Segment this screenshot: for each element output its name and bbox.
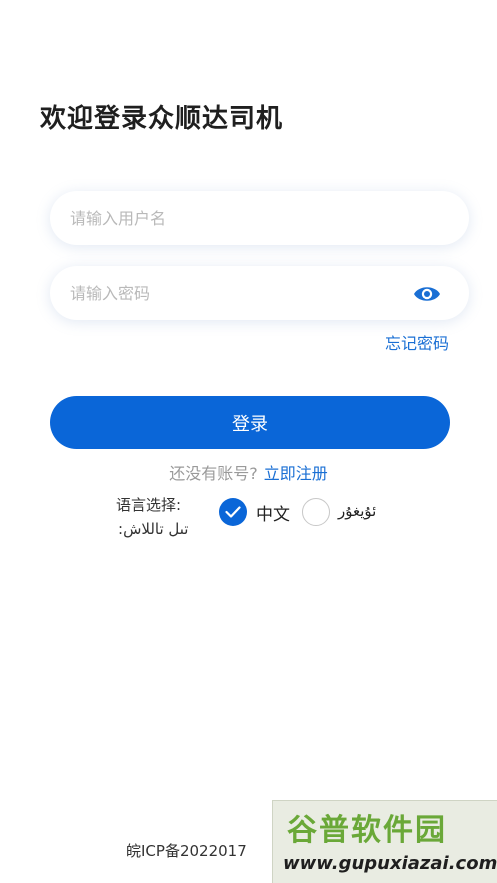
eye-icon[interactable]	[413, 284, 441, 304]
watermark-url: www.gupuxiazai.com	[283, 853, 497, 874]
icp-record: 皖ICP备2022017	[126, 842, 247, 860]
language-option-ug-radio[interactable]	[302, 498, 330, 526]
language-option-zh-label[interactable]: 中文	[256, 500, 290, 525]
username-input[interactable]	[50, 191, 469, 245]
language-label: 语言选择: :تىل تاللاش	[116, 493, 188, 541]
language-option-ug-label[interactable]: ئۇيغۇر	[338, 502, 376, 520]
language-label-ug: :تىل تاللاش	[118, 520, 189, 538]
password-field-container	[50, 266, 469, 320]
forgot-password-link[interactable]: 忘记密码	[385, 330, 449, 354]
password-input[interactable]	[50, 266, 469, 320]
register-row: 还没有账号? 立即注册	[0, 460, 497, 484]
check-icon	[225, 506, 241, 518]
username-field-container	[50, 191, 469, 245]
language-label-zh: 语言选择:	[116, 496, 182, 514]
login-button[interactable]: 登录	[50, 396, 450, 449]
register-link[interactable]: 立即注册	[264, 464, 328, 483]
watermark-main-text: 谷普软件园	[287, 813, 447, 848]
page-title: 欢迎登录众顺达司机	[40, 104, 284, 134]
register-prompt: 还没有账号?	[169, 464, 258, 483]
site-watermark: 谷普软件园 www.gupuxiazai.com	[272, 800, 497, 883]
language-option-zh-radio[interactable]	[219, 498, 247, 526]
